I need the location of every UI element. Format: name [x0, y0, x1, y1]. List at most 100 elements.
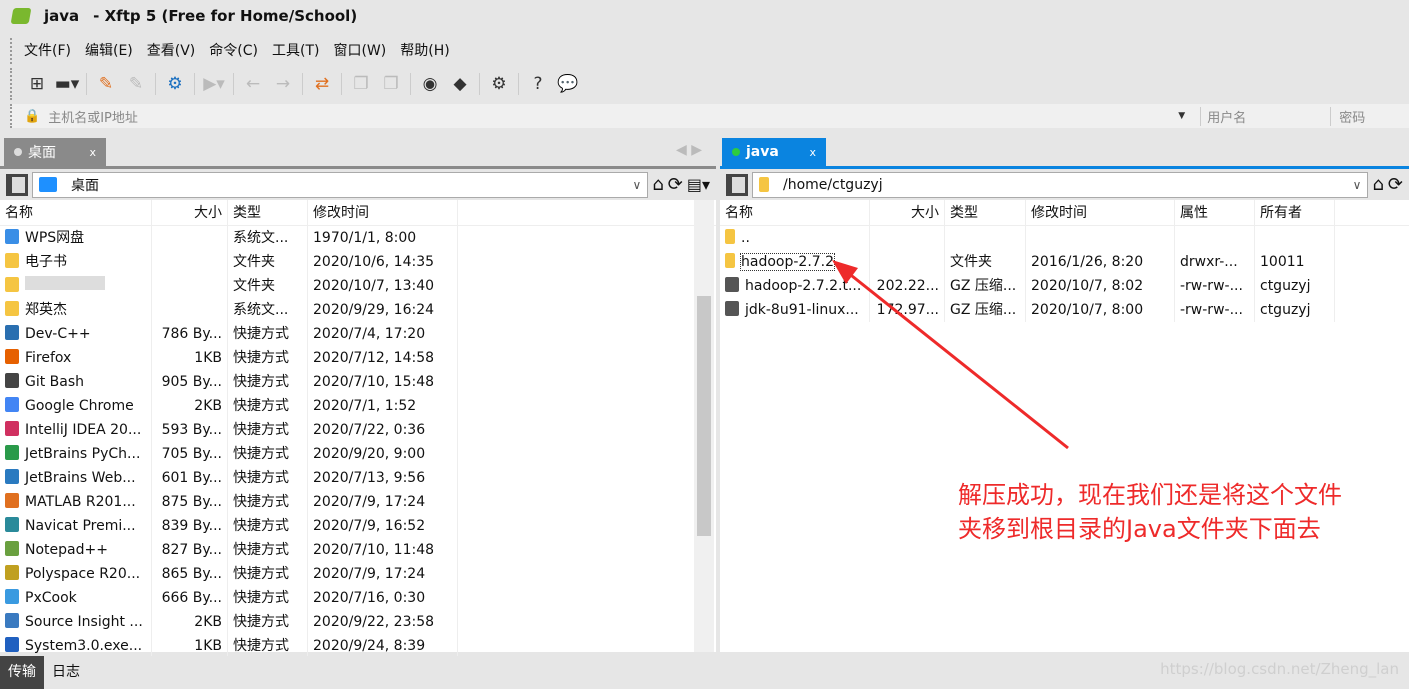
name-cell: Notepad++ [0, 538, 152, 562]
owner-cell: 10011 [1255, 250, 1335, 274]
modified-cell: 2020/9/29, 16:24 [308, 298, 458, 322]
help-icon[interactable]: ? [527, 73, 549, 95]
file-row[interactable]: hadoop-2.7.2.t... 202.22... GZ 压缩... 2020/1… [720, 274, 1409, 298]
col-attributes[interactable]: 属性 [1175, 200, 1255, 225]
col-name[interactable]: 名称 [0, 200, 152, 225]
xftp-icon[interactable]: ◆ [449, 73, 471, 95]
size-cell: 593 By... [152, 418, 228, 442]
file-row[interactable]: 郑英杰 系统文... 2020/9/29, 16:24 [0, 298, 716, 322]
view-mode-icon[interactable]: ▤▾ [687, 175, 710, 194]
back-icon[interactable]: ← [242, 73, 264, 95]
file-row[interactable]: Polyspace R20... 865 By... 快捷方式 2020/7/9, 1… [0, 562, 716, 586]
play-icon[interactable]: ▶▾ [203, 73, 225, 95]
parent-folder-icon[interactable]: ⌂ [652, 174, 663, 195]
file-row[interactable]: Dev-C++ 786 By... 快捷方式 2020/7/4, 17:20 [0, 322, 716, 346]
file-row[interactable]: PxCook 666 By... 快捷方式 2020/7/16, 0:30 [0, 586, 716, 610]
new-session-icon[interactable]: ⊞ [26, 73, 48, 95]
file-row[interactable]: MATLAB R201... 875 By... 快捷方式 2020/7/9, 17:… [0, 490, 716, 514]
menu-command[interactable]: 命令(C) [209, 38, 258, 64]
col-modified[interactable]: 修改时间 [308, 200, 458, 225]
file-row[interactable]: System3.0.exe... 1KB 快捷方式 2020/9/24, 8:39 [0, 634, 716, 658]
local-scrollbar[interactable] [694, 200, 714, 652]
host-input[interactable]: 主机名或IP地址 [48, 107, 1178, 126]
file-row[interactable]: Navicat Premi... 839 By... 快捷方式 2020/7/9, 1… [0, 514, 716, 538]
host-dropdown-icon[interactable]: ▼ [1178, 111, 1200, 121]
file-row[interactable]: .. [720, 226, 1409, 250]
col-name[interactable]: 名称 [720, 200, 870, 225]
file-name: Google Chrome [25, 398, 134, 414]
menu-edit[interactable]: 编辑(E) [85, 38, 133, 64]
connected-dot-icon [732, 148, 740, 156]
file-name: WPS网盘 [25, 230, 85, 246]
file-row[interactable]: Git Bash 905 By... 快捷方式 2020/7/10, 15:48 [0, 370, 716, 394]
refresh-icon[interactable]: ⟳ [668, 174, 683, 195]
parent-folder-icon[interactable]: ⌂ [1372, 174, 1383, 195]
refresh-icon[interactable]: ⟳ [1388, 174, 1403, 195]
disconnect-icon[interactable]: ✎ [125, 73, 147, 95]
menu-window[interactable]: 窗口(W) [333, 38, 386, 64]
lock-icon: 🔒 [24, 108, 41, 124]
col-type[interactable]: 类型 [945, 200, 1026, 225]
menu-tools[interactable]: 工具(T) [272, 38, 319, 64]
app-icon [5, 541, 19, 556]
properties-icon[interactable]: ⚙ [164, 73, 186, 95]
tab-scroll-icon[interactable]: ◀ ▶ [676, 142, 702, 158]
menu-file[interactable]: 文件(F) [24, 38, 71, 64]
file-row[interactable]: Firefox 1KB 快捷方式 2020/7/12, 14:58 [0, 346, 716, 370]
settings-gear-icon[interactable]: ⚙ [488, 73, 510, 95]
file-name: 电子书 [25, 254, 67, 270]
open-folder-icon[interactable]: ▬▾ [55, 73, 80, 95]
menu-view[interactable]: 查看(V) [147, 38, 196, 64]
paste-icon[interactable]: ❐ [380, 73, 402, 95]
file-row[interactable]: JetBrains PyCh... 705 By... 快捷方式 2020/9/20,… [0, 442, 716, 466]
file-row[interactable]: 文件夹 2020/10/7, 13:40 [0, 274, 716, 298]
tab-transfer[interactable]: 传输 [0, 656, 44, 689]
connect-icon[interactable]: ✎ [95, 73, 117, 95]
file-row[interactable]: jdk-8u91-linux... 172.97... GZ 压缩... 2020/1… [720, 298, 1409, 322]
menu-help[interactable]: 帮助(H) [400, 38, 449, 64]
toggle-panel-icon[interactable] [6, 173, 28, 196]
name-cell: Dev-C++ [0, 322, 152, 346]
col-size[interactable]: 大小 [870, 200, 945, 225]
file-row[interactable]: Notepad++ 827 By... 快捷方式 2020/7/10, 11:48 [0, 538, 716, 562]
modified-cell: 1970/1/1, 8:00 [308, 226, 458, 250]
username-input[interactable]: 用户名 [1200, 106, 1330, 126]
toggle-panel-icon[interactable] [726, 173, 748, 196]
file-row[interactable]: Source Insight ... 2KB 快捷方式 2020/9/22, 23:5… [0, 610, 716, 634]
feedback-icon[interactable]: 💬 [557, 73, 579, 95]
path-text: /home/ctguzyj [783, 176, 883, 193]
close-icon[interactable]: x [809, 146, 816, 159]
col-type[interactable]: 类型 [228, 200, 308, 225]
chevron-down-icon[interactable]: ∨ [633, 178, 642, 192]
forward-icon[interactable]: → [272, 73, 294, 95]
tab-desktop[interactable]: 桌面 x [4, 138, 106, 166]
file-row[interactable]: hadoop-2.7.2 文件夹 2016/1/26, 8:20 drwxr-... 1… [720, 250, 1409, 274]
password-input[interactable]: 密码 [1330, 106, 1365, 126]
file-row[interactable]: Google Chrome 2KB 快捷方式 2020/7/1, 1:52 [0, 394, 716, 418]
local-path-input[interactable]: 桌面 ∨ [32, 171, 649, 198]
title-session: java [44, 7, 80, 25]
type-cell [945, 226, 1026, 250]
col-size[interactable]: 大小 [152, 200, 228, 225]
file-row[interactable]: JetBrains Web... 601 By... 快捷方式 2020/7/13, … [0, 466, 716, 490]
annotation-text: 解压成功，现在我们还是将这个文件 夹移到根目录的Java文件夹下面去 [958, 478, 1398, 546]
modified-cell: 2020/7/4, 17:20 [308, 322, 458, 346]
copy-icon[interactable]: ❐ [350, 73, 372, 95]
tab-java[interactable]: java x [722, 138, 826, 166]
file-row[interactable]: WPS网盘 系统文... 1970/1/1, 8:00 [0, 226, 716, 250]
tab-label: java [746, 144, 779, 160]
col-owner[interactable]: 所有者 [1255, 200, 1335, 225]
file-name: Navicat Premi... [25, 518, 136, 534]
chevron-down-icon[interactable]: ∨ [1353, 178, 1362, 192]
file-row[interactable]: 电子书 文件夹 2020/10/6, 14:35 [0, 250, 716, 274]
close-icon[interactable]: x [89, 146, 96, 159]
xshell-icon[interactable]: ◉ [419, 73, 441, 95]
file-row[interactable]: IntelliJ IDEA 20... 593 By... 快捷方式 2020/7/2… [0, 418, 716, 442]
modified-cell: 2020/7/12, 14:58 [308, 346, 458, 370]
remote-path-input[interactable]: /home/ctguzyj ∨ [752, 171, 1369, 198]
transfer-icon[interactable]: ⇄ [311, 73, 333, 95]
file-name: Firefox [25, 350, 72, 366]
col-modified[interactable]: 修改时间 [1026, 200, 1175, 225]
size-cell: 865 By... [152, 562, 228, 586]
tab-log[interactable]: 日志 [44, 656, 88, 689]
